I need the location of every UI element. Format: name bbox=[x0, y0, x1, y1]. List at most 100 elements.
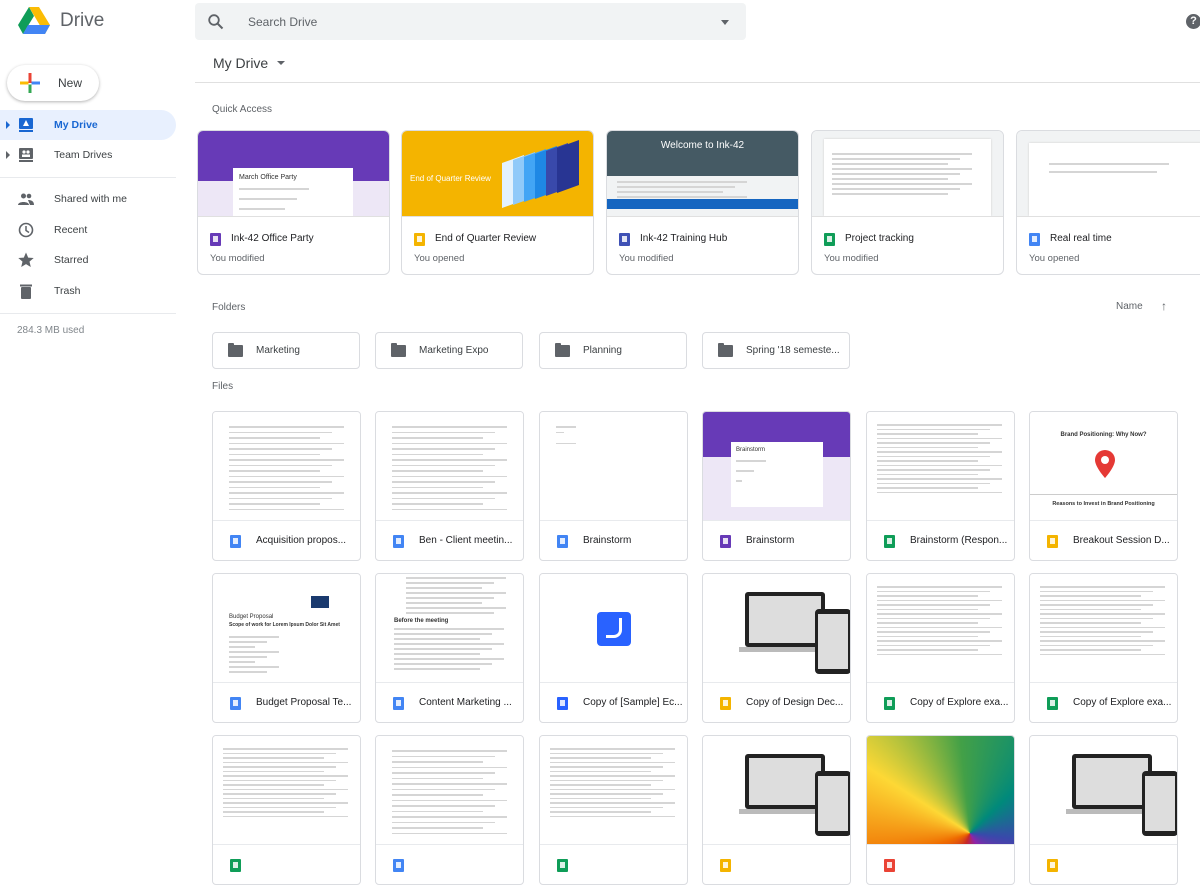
text-line bbox=[229, 656, 267, 658]
folder-item[interactable]: Marketing bbox=[212, 332, 360, 369]
file-thumbnail bbox=[812, 131, 1003, 217]
expand-arrow-icon[interactable] bbox=[6, 121, 10, 129]
file-card[interactable]: Budget ProposalScope of work for Lorem I… bbox=[212, 573, 361, 723]
text-line bbox=[877, 465, 1002, 467]
text-line bbox=[550, 748, 675, 750]
sidebar-item-team-drives[interactable]: Team Drives bbox=[0, 140, 176, 170]
clock-icon bbox=[18, 222, 34, 238]
shared-icon bbox=[18, 191, 34, 207]
file-thumbnail: Welcome to Ink-42 bbox=[607, 131, 798, 217]
sort-by-name-button[interactable]: Name bbox=[1116, 301, 1143, 312]
text-line bbox=[223, 780, 336, 782]
sheets-file-icon bbox=[884, 535, 895, 548]
sidebar-item-trash[interactable]: Trash bbox=[0, 276, 176, 306]
file-thumbnail bbox=[540, 736, 687, 845]
quick-access-card[interactable]: Real real time You opened bbox=[1016, 130, 1200, 275]
file-name: Ben - Client meetin... bbox=[419, 535, 512, 546]
sheets-file-icon bbox=[884, 697, 895, 710]
plus-icon bbox=[20, 73, 40, 93]
file-card[interactable]: Brainstorm Brainstorm bbox=[702, 411, 851, 561]
forms-file-icon bbox=[720, 535, 731, 548]
file-card[interactable]: Brand Positioning: Why Now?Reasons to In… bbox=[1029, 411, 1178, 561]
quick-access-card[interactable]: End of Quarter Review End of Quarter Rev… bbox=[401, 130, 594, 275]
jamboard-logo-icon bbox=[597, 612, 631, 646]
text-line bbox=[223, 798, 324, 800]
text-line bbox=[877, 442, 990, 444]
text-line bbox=[877, 609, 978, 611]
help-icon[interactable]: ? bbox=[1186, 14, 1200, 29]
text-line bbox=[392, 492, 507, 494]
file-name: Brainstorm bbox=[746, 535, 794, 546]
text-line bbox=[392, 772, 495, 774]
docs-file-icon bbox=[1029, 233, 1040, 246]
file-card[interactable] bbox=[702, 735, 851, 885]
team-drives-icon bbox=[18, 147, 34, 163]
text-line bbox=[877, 595, 978, 597]
sidebar-item-starred[interactable]: Starred bbox=[0, 245, 176, 275]
quick-access-card[interactable]: Project tracking You modified bbox=[811, 130, 1004, 275]
file-name: Budget Proposal Te... bbox=[256, 697, 351, 708]
file-card[interactable]: Copy of Explore exa... bbox=[866, 573, 1015, 723]
file-card[interactable]: Before the meeting Content Marketing ... bbox=[375, 573, 524, 723]
text-line bbox=[223, 807, 336, 809]
text-line bbox=[877, 618, 990, 620]
text-line bbox=[392, 481, 495, 483]
search-bar[interactable]: Search Drive bbox=[195, 3, 746, 40]
slides-file-icon bbox=[720, 697, 731, 710]
file-card[interactable]: Copy of [Sample] Ec... bbox=[539, 573, 688, 723]
file-card[interactable]: Acquisition propos... bbox=[212, 411, 361, 561]
quick-access-card[interactable]: Welcome to Ink-42 Ink-42 Training Hub Yo… bbox=[606, 130, 799, 275]
file-card[interactable]: Ben - Client meetin... bbox=[375, 411, 524, 561]
file-card[interactable] bbox=[212, 735, 361, 885]
text-line bbox=[394, 668, 480, 670]
sort-direction-arrow-up-icon[interactable]: ↑ bbox=[1161, 299, 1167, 313]
my-drive-dropdown[interactable]: My Drive bbox=[213, 55, 285, 71]
folder-item[interactable]: Marketing Expo bbox=[375, 332, 523, 369]
text-line bbox=[229, 432, 332, 434]
file-name: Copy of [Sample] Ec... bbox=[583, 697, 683, 708]
expand-arrow-icon[interactable] bbox=[6, 151, 10, 159]
file-card[interactable]: Brainstorm bbox=[539, 411, 688, 561]
text-line bbox=[1040, 609, 1141, 611]
file-card[interactable]: Copy of Explore exa... bbox=[1029, 573, 1178, 723]
new-button[interactable]: New bbox=[7, 65, 99, 101]
text-line bbox=[832, 178, 948, 180]
text-line bbox=[832, 193, 948, 195]
drive-logo[interactable]: Drive bbox=[18, 7, 104, 35]
sidebar-item-label: My Drive bbox=[54, 119, 98, 131]
file-card[interactable]: Brainstorm (Respon... bbox=[866, 411, 1015, 561]
text-line bbox=[877, 645, 990, 647]
file-card[interactable] bbox=[1029, 735, 1178, 885]
text-line bbox=[736, 480, 742, 482]
file-card[interactable] bbox=[375, 735, 524, 885]
sidebar-item-shared-with-me[interactable]: Shared with me bbox=[0, 184, 176, 214]
text-line bbox=[392, 503, 483, 505]
folder-name: Marketing Expo bbox=[419, 345, 488, 356]
text-line bbox=[1040, 627, 1165, 629]
text-line bbox=[877, 631, 990, 633]
quick-access-card[interactable]: March Office Party Ink-42 Office Party Y… bbox=[197, 130, 390, 275]
sidebar-item-recent[interactable]: Recent bbox=[0, 215, 176, 245]
text-line bbox=[406, 582, 494, 584]
file-card[interactable] bbox=[866, 735, 1015, 885]
docs-file-icon bbox=[557, 535, 568, 548]
folder-item[interactable]: Spring '18 semeste... bbox=[702, 332, 850, 369]
text-line bbox=[877, 447, 978, 449]
folder-item[interactable]: Planning bbox=[539, 332, 687, 369]
text-line bbox=[617, 186, 735, 188]
sidebar-item-my-drive[interactable]: My Drive bbox=[0, 110, 176, 140]
file-activity: You modified bbox=[619, 253, 674, 264]
file-card[interactable]: Copy of Design Dec... bbox=[702, 573, 851, 723]
text-line bbox=[223, 775, 348, 777]
file-card[interactable] bbox=[539, 735, 688, 885]
text-line bbox=[556, 443, 576, 445]
text-line bbox=[392, 761, 483, 763]
text-line bbox=[223, 766, 336, 768]
search-options-icon[interactable] bbox=[721, 20, 729, 25]
text-line bbox=[877, 460, 978, 462]
jam-file-icon bbox=[557, 697, 568, 710]
sidebar: Drive New My Drive Team Drives Shared wi… bbox=[0, 0, 178, 800]
search-input[interactable]: Search Drive bbox=[248, 15, 317, 29]
docs-file-icon bbox=[230, 697, 241, 710]
text-line bbox=[223, 802, 348, 804]
